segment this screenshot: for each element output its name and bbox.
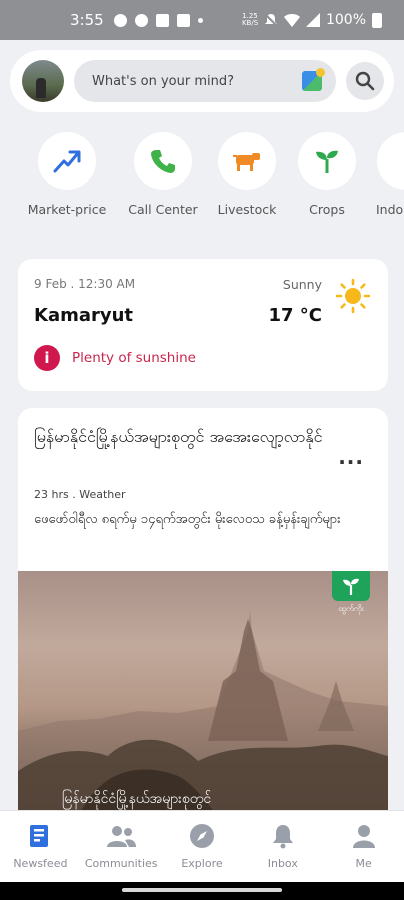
category-indoor[interactable]: Indo [364,132,404,217]
battery-icon [372,12,382,28]
sun-icon [336,279,370,313]
nav-communities[interactable]: Communities [81,811,162,882]
phone-icon [151,150,175,173]
system-icons: 1.25 KB/S 100% [242,12,382,28]
post-title[interactable]: မြန်မာနိုင်ငံမြို့နယ်အများစုတွင် အအေးလျေ… [34,422,324,452]
more-options-icon[interactable]: ··· [338,450,364,474]
photo-icon[interactable] [302,68,325,91]
category-circle [298,132,356,190]
weather-date-time: 9 Feb . 12:30 AM [34,277,136,291]
communities-icon [107,826,137,847]
sprout-icon [316,150,338,173]
gallery-icon [176,13,190,27]
home-gesture-handle[interactable] [122,888,282,892]
compass-icon [189,824,214,848]
app-notification-icon [134,13,148,27]
category-circle [38,132,96,190]
weather-alert: i Plenty of sunshine [34,345,196,371]
category-crops[interactable]: Crops [285,132,369,217]
cow-icon [233,153,260,171]
notification-icons [113,13,203,27]
bottom-navigation: Newsfeed Communities Explore Inbox Me [0,810,404,882]
composer-placeholder: What's on your mind? [92,73,234,89]
nav-label: Inbox [267,857,298,870]
linkedin-icon [155,13,169,27]
person-icon [352,825,375,848]
category-shortcuts: Market-price Call Center Livestock Crops… [0,132,404,224]
nav-label: Newsfeed [13,857,68,870]
wifi-icon [283,13,300,27]
category-circle [218,132,276,190]
battery-percent: 100% [325,12,366,28]
category-call-center[interactable]: Call Center [121,132,205,217]
category-livestock[interactable]: Livestock [205,132,289,217]
network-speed: 1.25 KB/S [241,12,259,27]
info-icon: i [34,345,60,371]
post-time: 23 hrs [34,488,69,501]
category-label: Crops [309,202,345,217]
signal-icon [305,13,320,27]
sprout-logo-icon [343,578,359,595]
pinterest-icon [113,13,127,27]
image-caption: မြန်မာနိုင်ငံမြို့နယ်အများစုတွင် [62,791,212,807]
search-button[interactable] [346,62,384,100]
status-bar: 3:55 1.25 KB/S 100% [0,0,404,40]
bell-icon [272,825,293,849]
status-time: 3:55 [70,11,104,29]
nav-me[interactable]: Me [323,811,404,882]
more-notifications-icon [197,17,203,23]
weather-temperature: 17 °C [268,305,322,326]
category-circle [377,132,404,190]
brand-logo: ထွက်ကိုး [332,571,370,619]
post-composer: What's on your mind? [10,50,394,112]
post-category: Weather [79,488,126,501]
post-meta: 23 hrs . Weather [34,488,126,501]
nav-inbox[interactable]: Inbox [242,811,323,882]
category-label: Indo [376,202,404,217]
whats-on-your-mind-input[interactable]: What's on your mind? [74,60,336,102]
category-label: Call Center [128,202,198,217]
mute-icon [264,13,278,27]
weather-condition: Sunny [282,277,322,292]
post-excerpt: ဖေဖော်ဝါရီလ ၈ရက်မှ ၁၄ရက်အတွင်း မိုးလေဝသ … [34,512,341,527]
nav-label: Communities [84,857,158,870]
logo-text: ထွက်ကိုး [338,604,364,613]
post-image[interactable]: ထွက်ကိုး မြန်မာနိုင်ငံမြို့နယ်အများစုတွင… [18,571,388,818]
category-circle [134,132,192,190]
category-market-price[interactable]: Market-price [25,132,109,217]
logo-box [332,571,370,601]
newsfeed-icon [30,825,49,847]
nav-label: Explore [181,857,223,870]
weather-card[interactable]: 9 Feb . 12:30 AM Sunny Kamaryut 17 °C i … [18,259,388,391]
nav-newsfeed[interactable]: Newsfeed [0,811,81,882]
category-label: Market-price [27,202,107,217]
nav-explore[interactable]: Explore [162,811,243,882]
search-icon [355,71,375,91]
nav-label: Me [355,857,372,870]
weather-alert-text: Plenty of sunshine [72,350,196,366]
trend-up-icon [53,150,81,173]
avatar[interactable] [22,60,64,102]
gesture-bar [0,882,404,900]
news-post-card[interactable]: မြန်မာနိုင်ငံမြို့နယ်အများစုတွင် အအေးလျေ… [18,408,388,818]
category-label: Livestock [217,202,277,217]
weather-location: Kamaryut [34,305,134,326]
